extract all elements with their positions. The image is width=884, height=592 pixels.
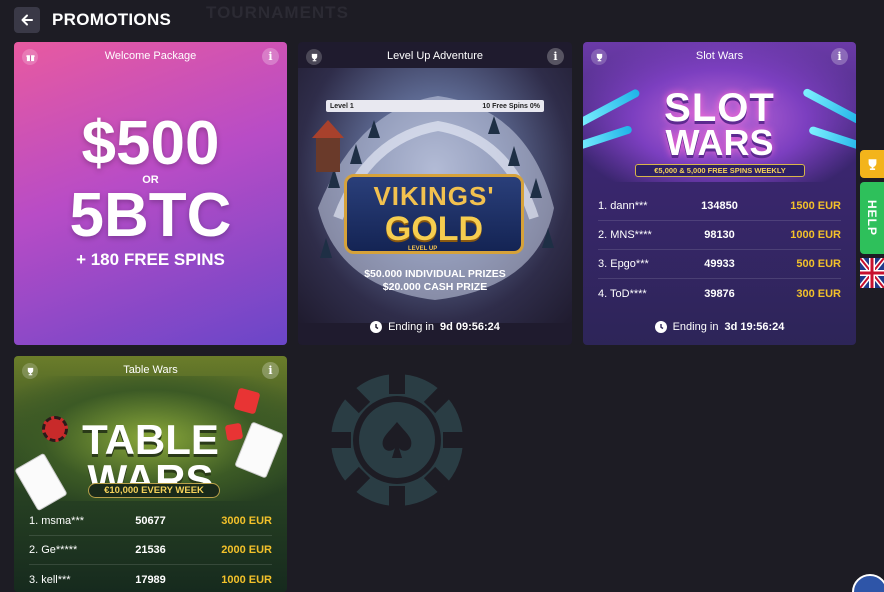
- table-row: 3. Epgo*** 49933 500 EUR: [598, 250, 841, 279]
- card-header: Table Wars i: [14, 356, 287, 384]
- table-row: 1. msma*** 50677 3000 EUR: [29, 507, 272, 536]
- player-name: 3. kell***: [29, 573, 71, 586]
- info-icon[interactable]: i: [831, 48, 848, 65]
- info-icon[interactable]: i: [262, 362, 279, 379]
- welcome-btc: 5BTC: [69, 181, 232, 250]
- help-label: HELP: [865, 199, 879, 236]
- player-score: 49933: [704, 258, 735, 270]
- logo-line2: GOLD: [384, 210, 484, 248]
- welcome-amount: $500: [81, 109, 220, 178]
- trophy-icon: [591, 49, 607, 65]
- progress-label: 10 Free Spins 0%: [482, 102, 540, 110]
- table-wars-ribbon: €10,000 EVERY WEEK: [88, 483, 220, 498]
- player-score: 98130: [704, 229, 735, 241]
- player-prize: 1500 EUR: [790, 200, 841, 212]
- card-title: Table Wars: [123, 364, 178, 376]
- table-row: 4. ToD**** 39876 300 EUR: [598, 279, 841, 308]
- player-score: 21536: [135, 544, 166, 556]
- help-tab[interactable]: HELP: [860, 182, 884, 254]
- page-title: PROMOTIONS: [52, 10, 172, 29]
- tournaments-tab[interactable]: [860, 150, 884, 178]
- player-name: 1. dann***: [598, 200, 648, 212]
- card-header: Welcome Package i: [14, 42, 287, 70]
- vikings-prizes: $50.000 INDIVIDUAL PRIZES $20.000 CASH P…: [298, 268, 572, 294]
- countdown-label: Ending in: [672, 321, 719, 333]
- player-name: 3. Epgo***: [598, 258, 649, 270]
- slot-wars-logo: SLOT WARS: [583, 86, 856, 163]
- leaderboard: 1. dann*** 134850 1500 EUR 2. MNS**** 98…: [598, 192, 841, 308]
- countdown-value: 3d 19:56:24: [724, 321, 785, 333]
- logo-line1: TABLE: [82, 416, 219, 463]
- vikings-gold-logo: VIKINGS' GOLD: [344, 174, 524, 254]
- countdown: Ending in 9d 09:56:24: [298, 321, 572, 333]
- promo-card-level-up[interactable]: Level 1 10 Free Spins 0% VIKINGS' GOLD L…: [298, 42, 572, 345]
- card-header: Level Up Adventure i: [298, 42, 572, 70]
- logo-line1: SLOT: [664, 86, 775, 130]
- promo-card-welcome[interactable]: Welcome Package i $500 OR 5BTC + 180 FRE…: [14, 42, 287, 345]
- player-score: 17989: [135, 573, 166, 586]
- promo-card-slot-wars[interactable]: SLOT WARS €5,000 & 5,000 FREE SPINS WEEK…: [583, 42, 856, 345]
- card-title: Slot Wars: [695, 50, 744, 62]
- player-prize: 300 EUR: [796, 287, 841, 300]
- promo-card-table-wars[interactable]: TABLE WARS €10,000 EVERY WEEK Table Wars…: [14, 356, 287, 592]
- background-ghost-title: TOURNAMENTS: [206, 3, 349, 22]
- trophy-icon: [868, 158, 876, 170]
- logo-tag: LEVEL UP: [408, 246, 438, 252]
- countdown: Ending in 3d 19:56:24: [583, 321, 856, 333]
- info-icon[interactable]: i: [262, 48, 279, 65]
- player-prize: 500 EUR: [796, 258, 841, 270]
- player-name: 4. ToD****: [598, 287, 647, 300]
- leaderboard: 1. msma*** 50677 3000 EUR 2. Ge***** 215…: [29, 507, 272, 592]
- card-header: Slot Wars i: [583, 42, 856, 70]
- player-prize: 2000 EUR: [221, 544, 272, 556]
- card-title: Level Up Adventure: [386, 50, 483, 62]
- player-prize: 1000 EUR: [790, 229, 841, 241]
- countdown-label: Ending in: [388, 321, 434, 333]
- back-button[interactable]: [14, 7, 40, 33]
- card-title: Welcome Package: [104, 50, 197, 62]
- trophy-icon: [306, 49, 322, 65]
- chat-icon[interactable]: [852, 574, 884, 592]
- table-row: 2. Ge***** 21536 2000 EUR: [29, 536, 272, 565]
- welcome-spins: + 180 FREE SPINS: [76, 250, 225, 269]
- player-name: 1. msma***: [29, 515, 85, 527]
- prize-line1: $50.000 INDIVIDUAL PRIZES: [364, 268, 506, 280]
- logo-line2: WARS: [665, 122, 774, 163]
- clock-icon: [370, 321, 383, 333]
- player-prize: 1000 EUR: [221, 573, 272, 586]
- level-progress-bar: Level 1 10 Free Spins 0%: [326, 100, 544, 112]
- clock-icon: [654, 321, 667, 333]
- player-score: 39876: [704, 287, 735, 300]
- player-prize: 3000 EUR: [221, 515, 272, 527]
- slot-wars-ribbon: €5,000 & 5,000 FREE SPINS WEEKLY: [635, 164, 805, 177]
- table-row: 2. MNS**** 98130 1000 EUR: [598, 221, 841, 250]
- player-score: 134850: [701, 200, 738, 212]
- table-wars-artwork: TABLE WARS €10,000 EVERY WEEK: [14, 376, 287, 512]
- level-label: Level 1: [330, 102, 354, 110]
- player-score: 50677: [135, 515, 166, 527]
- player-name: 2. MNS****: [598, 229, 652, 241]
- poker-chip-icon: [331, 374, 463, 506]
- gift-icon: [22, 49, 38, 65]
- arrow-left-icon: [21, 14, 33, 26]
- trophy-icon: [22, 363, 38, 379]
- welcome-offer: $500 OR 5BTC + 180 FREE SPINS: [14, 112, 287, 270]
- page-header: PROMOTIONS: [14, 6, 171, 34]
- info-icon[interactable]: i: [547, 48, 564, 65]
- table-row: 3. kell*** 17989 1000 EUR: [29, 565, 272, 592]
- prize-line2: $20.000 CASH PRIZE: [382, 281, 488, 293]
- uk-flag-icon[interactable]: [860, 258, 884, 288]
- countdown-value: 9d 09:56:24: [439, 321, 500, 333]
- table-row: 1. dann*** 134850 1500 EUR: [598, 192, 841, 221]
- player-name: 2. Ge*****: [29, 544, 78, 556]
- vikings-artwork: Level 1 10 Free Spins 0% VIKINGS' GOLD L…: [298, 68, 572, 323]
- logo-line1: VIKINGS': [373, 181, 495, 211]
